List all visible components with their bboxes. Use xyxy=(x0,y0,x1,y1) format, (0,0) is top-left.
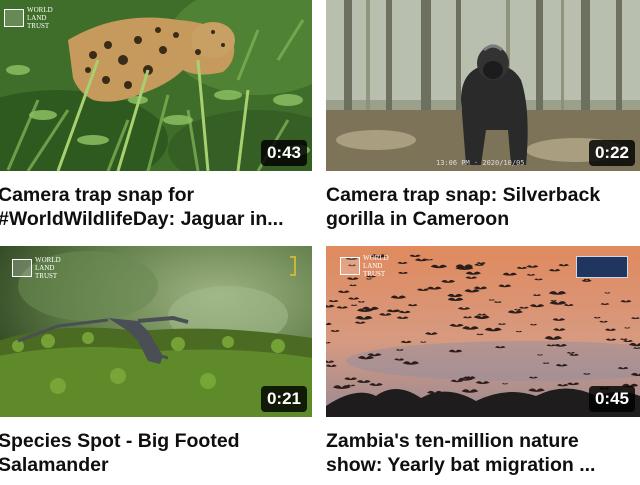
world-land-trust-logo: WORLD LAND TRUST xyxy=(4,6,53,30)
video-duration: 0:22 xyxy=(588,140,635,166)
video-card-jaguar[interactable]: WORLD LAND TRUST 0:43 Camera trap snap f… xyxy=(0,0,312,231)
world-land-trust-logo: WORLD LAND TRUST xyxy=(340,254,389,278)
video-duration: 0:43 xyxy=(260,140,307,166)
camera-timestamp: 13:06 PM · 2020/10/05 xyxy=(436,159,525,167)
video-card-gorilla[interactable]: 13:06 PM · 2020/10/05 0:22 Camera trap s… xyxy=(326,0,640,231)
video-duration: 0:21 xyxy=(260,386,307,412)
partner-badge xyxy=(576,256,628,278)
video-thumbnail-salamander[interactable]: WORLD LAND TRUST 0:21 xyxy=(0,246,312,417)
corner-bracket-icon xyxy=(290,256,296,276)
video-card-salamander[interactable]: WORLD LAND TRUST 0:21 Species Spot - Big… xyxy=(0,246,312,477)
video-title[interactable]: Species Spot - Big Footed Salamander xyxy=(0,429,312,477)
video-title[interactable]: Camera trap snap for #WorldWildlifeDay: … xyxy=(0,183,312,231)
video-thumbnail-jaguar[interactable]: WORLD LAND TRUST 0:43 xyxy=(0,0,312,171)
video-card-bats[interactable]: WORLD LAND TRUST 0:45 Zambia's ten-milli… xyxy=(326,246,640,477)
video-title[interactable]: Zambia's ten-million nature show: Yearly… xyxy=(326,429,640,477)
video-thumbnail-bats[interactable]: WORLD LAND TRUST 0:45 xyxy=(326,246,640,417)
video-duration: 0:45 xyxy=(588,386,635,412)
video-title[interactable]: Camera trap snap: Silverback gorilla in … xyxy=(326,183,640,231)
video-thumbnail-gorilla[interactable]: 13:06 PM · 2020/10/05 0:22 xyxy=(326,0,640,171)
world-land-trust-logo: WORLD LAND TRUST xyxy=(12,256,61,280)
